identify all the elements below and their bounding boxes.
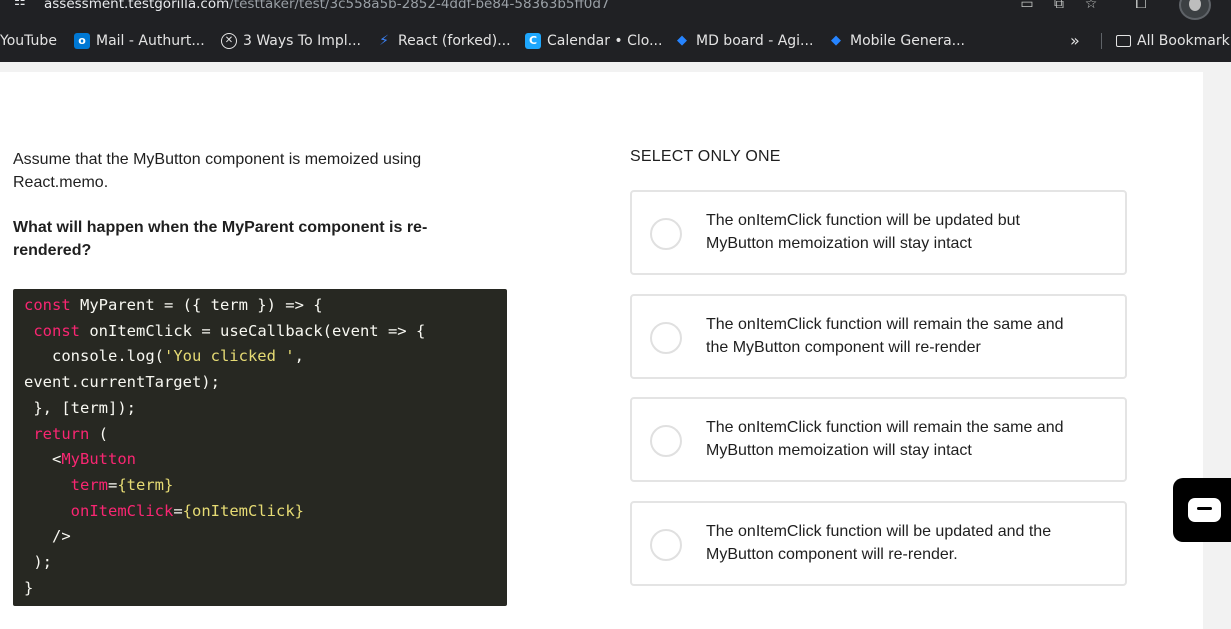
answer-option-text: The onItemClick function will be updated… — [706, 209, 1106, 255]
code-line: ); — [24, 553, 52, 572]
calendar-icon: C — [525, 33, 541, 49]
bookmark-3-ways[interactable]: ✕ 3 Ways To Impl... — [221, 28, 361, 54]
bookmarks-overflow-button[interactable]: » — [1070, 28, 1080, 54]
answer-line: The onItemClick function will be updated… — [706, 523, 1052, 540]
all-bookmarks-label: All Bookmark — [1137, 33, 1230, 49]
answer-line: The onItemClick function will remain the… — [706, 316, 1064, 333]
code-line: const onItemClick = useCallback(event =>… — [33, 321, 426, 340]
code-line: /> — [24, 527, 71, 546]
radio-button[interactable] — [650, 322, 682, 354]
bookmark-mobile[interactable]: ◆ Mobile Genera... — [828, 28, 965, 54]
jira-icon: ◆ — [677, 33, 687, 48]
answer-line: MyButton memoization will stay intact — [706, 235, 972, 252]
bookmarks-divider — [1101, 33, 1102, 49]
code-line: } — [24, 578, 34, 597]
answer-option-3[interactable]: The onItemClick function will remain the… — [630, 397, 1127, 482]
answer-line: The onItemClick function will remain the… — [706, 419, 1064, 436]
browser-chrome: ☷ assessment.testgorilla.com/testtaker/t… — [0, 0, 1231, 62]
radio-button[interactable] — [650, 218, 682, 250]
answer-option-text: The onItemClick function will remain the… — [706, 416, 1106, 462]
install-icon[interactable]: ⧉ — [1049, 0, 1069, 13]
answer-line: The onItemClick function will be updated… — [706, 212, 1020, 229]
radio-button[interactable] — [650, 425, 682, 457]
bookmark-label: MD board - Agi... — [696, 33, 814, 49]
site-settings-icon[interactable]: ☷ — [14, 0, 34, 14]
circle-x-icon: ✕ — [221, 33, 237, 49]
answer-line: the MyButton component will re-render — [706, 339, 981, 356]
answer-option-4[interactable]: The onItemClick function will be updated… — [630, 501, 1127, 586]
lightning-icon: ⚡ — [379, 33, 389, 49]
bookmark-md-board[interactable]: ◆ MD board - Agi... — [674, 28, 813, 54]
code-line: term={term} — [70, 475, 174, 494]
overflow-chevron-icon: » — [1070, 31, 1080, 50]
bookmark-label: Mobile Genera... — [850, 33, 966, 49]
answer-option-text: The onItemClick function will remain the… — [706, 313, 1106, 359]
bookmark-mail[interactable]: o Mail - Authurt... — [74, 28, 205, 54]
jira-icon: ◆ — [831, 33, 841, 48]
bookmark-star-icon[interactable]: ☆ — [1081, 0, 1101, 13]
extensions-icon[interactable]: ⧠ — [1131, 0, 1151, 13]
bookmark-calendar[interactable]: C Calendar • Clo... — [525, 28, 662, 54]
chat-widget-button[interactable] — [1173, 478, 1231, 542]
bookmark-label: Mail - Authurt... — [96, 33, 205, 49]
bookmark-label: Calendar • Clo... — [547, 33, 663, 49]
chat-icon — [1188, 498, 1221, 522]
code-block: const MyParent = ({ term }) => { const o… — [13, 289, 507, 606]
code-line: onItemClick={onItemClick} — [70, 501, 304, 520]
code-line: }, [term]); — [24, 398, 136, 417]
folder-icon — [1116, 35, 1131, 47]
answer-option-text: The onItemClick function will be updated… — [706, 520, 1106, 566]
bookmark-react[interactable]: ⚡ React (forked)... — [376, 28, 511, 54]
question-text: What will happen when the MyParent compo… — [13, 219, 428, 259]
address-bar[interactable]: ☷ assessment.testgorilla.com/testtaker/t… — [0, 0, 1231, 18]
bookmarks-bar: YouTube o Mail - Authurt... ✕ 3 Ways To … — [0, 28, 1231, 54]
cast-icon[interactable]: ▭ — [1017, 0, 1037, 13]
answer-line: MyButton memoization will stay intact — [706, 442, 972, 459]
url-text[interactable]: assessment.testgorilla.com/testtaker/tes… — [44, 0, 610, 12]
code-snippet: const MyParent = ({ term }) => { const o… — [24, 293, 496, 601]
code-line: <MyButton — [24, 450, 136, 469]
select-only-one-label: SELECT ONLY ONE — [630, 148, 781, 165]
code-line: const MyParent = ({ term }) => { — [24, 296, 323, 314]
bookmark-youtube[interactable]: YouTube — [0, 28, 57, 54]
test-page: Assume that the MyButton component is me… — [0, 72, 1203, 629]
bookmark-label: YouTube — [0, 33, 57, 49]
code-line: console.log('You clicked ', — [24, 347, 304, 366]
bookmark-label: 3 Ways To Impl... — [243, 33, 361, 49]
all-bookmarks-button[interactable]: All Bookmark — [1116, 28, 1230, 54]
question-prompt: Assume that the MyButton component is me… — [13, 151, 422, 191]
answer-option-1[interactable]: The onItemClick function will be updated… — [630, 190, 1127, 275]
answer-option-2[interactable]: The onItemClick function will remain the… — [630, 294, 1127, 379]
radio-button[interactable] — [650, 529, 682, 561]
code-line: return ( — [33, 424, 109, 443]
answer-line: MyButton component will re-render. — [706, 546, 958, 563]
outlook-icon: o — [74, 33, 90, 49]
bookmark-label: React (forked)... — [398, 33, 511, 49]
code-line: event.currentTarget); — [24, 373, 220, 392]
